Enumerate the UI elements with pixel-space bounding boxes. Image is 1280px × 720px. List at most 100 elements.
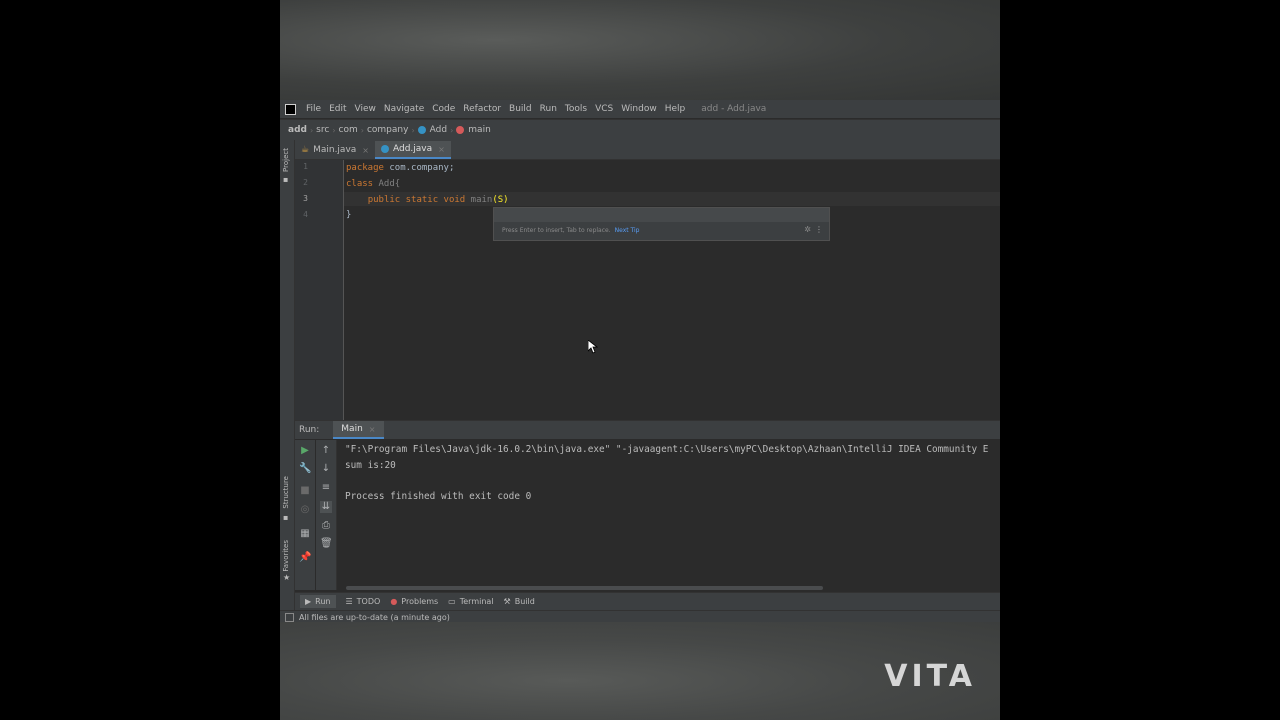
terminal-icon: ▭ [448, 597, 456, 606]
camera-icon[interactable]: ◎ [299, 504, 311, 516]
menu-run[interactable]: Run [536, 104, 561, 114]
list-icon: ☰ [345, 597, 353, 606]
console-line: sum is:20 [345, 459, 396, 471]
menu-refactor[interactable]: Refactor [459, 104, 505, 114]
hammer-icon: ⚒ [503, 597, 511, 606]
console-output[interactable]: "F:\Program Files\Java\jdk-16.0.2\bin\ja… [345, 442, 988, 505]
code-text: } [346, 210, 352, 220]
menu-navigate[interactable]: Navigate [380, 104, 428, 114]
tool-window-problems[interactable]: ● Problems [390, 597, 438, 606]
close-icon[interactable]: × [362, 146, 369, 155]
completion-hint: Press Enter to insert, Tab to replace. Ne… [502, 227, 639, 234]
code-editor[interactable]: 1 2 3 4 package com.company; class Add{ … [295, 160, 1000, 420]
more-options-icon[interactable]: ⋮ [815, 225, 823, 234]
breadcrumb-com[interactable]: com [336, 125, 361, 135]
editor-tab-bar: ☕ Main.java × Add.java × [295, 140, 1000, 160]
layout-icon[interactable]: ▦ [299, 528, 311, 540]
menu-tools[interactable]: Tools [561, 104, 591, 114]
breadcrumb-project[interactable]: add [285, 125, 310, 135]
close-icon[interactable]: × [438, 145, 445, 154]
menu-build[interactable]: Build [505, 104, 536, 114]
code-text: Add{ [373, 179, 401, 189]
play-icon: ▶ [305, 597, 312, 606]
horizontal-scrollbar[interactable] [346, 586, 823, 590]
project-tool-button[interactable]: Project [282, 148, 290, 172]
menu-code[interactable]: Code [428, 104, 459, 114]
tool-window-label: Build [514, 597, 535, 606]
scroll-to-end-icon[interactable]: ⇊ [320, 501, 332, 513]
structure-icon: ▪ [283, 513, 289, 522]
method-name: main [465, 195, 493, 205]
java-file-icon: ☕ [301, 145, 310, 155]
run-panel-header: Run: Main × [295, 421, 1000, 439]
code-line-1: package com.company; [346, 161, 454, 175]
run-panel: Run: Main × ▶ 🔧 ■ ◎ ▦ 📌 ↑ ↓ ≡ ⇊ ⎙ 🗑 "F:\… [295, 420, 1000, 591]
class-icon [380, 145, 389, 153]
window-title: add - Add.java [701, 104, 767, 114]
completion-list[interactable] [494, 208, 829, 222]
tool-window-label: TODO [356, 597, 381, 606]
menu-file[interactable]: File [302, 104, 325, 114]
intellij-logo-icon [285, 103, 296, 115]
arrow-down-icon[interactable]: ↓ [320, 463, 332, 475]
wrench-icon[interactable]: 🔧 [299, 463, 311, 475]
print-icon[interactable]: ⎙ [320, 520, 332, 532]
code-text: com.company; [383, 163, 455, 173]
tab-add-java[interactable]: Add.java × [374, 141, 451, 159]
run-toolbar: ▶ 🔧 ■ ◎ ▦ 📌 [295, 440, 315, 590]
completion-popup[interactable]: Press Enter to insert, Tab to replace. Ne… [493, 207, 830, 241]
favorites-tool-button[interactable]: Favorites [282, 540, 290, 572]
keyword: class [346, 179, 374, 189]
line-number: 2 [303, 178, 308, 187]
stop-icon[interactable]: ■ [299, 485, 311, 497]
tab-run-main[interactable]: Main × [333, 421, 384, 439]
menu-edit[interactable]: Edit [325, 104, 350, 114]
hint-text: Press Enter to insert, Tab to replace. [502, 227, 611, 234]
loading-spinner-icon: ✲ [804, 225, 811, 234]
next-tip-link[interactable]: Next Tip [615, 227, 640, 234]
run-tab-label: Main [341, 424, 363, 434]
tool-window-run[interactable]: ▶ Run [300, 595, 336, 608]
status-text: All files are up-to-date (a minute ago) [299, 612, 450, 622]
code-line-2: class Add{ [346, 177, 400, 191]
line-number: 3 [303, 194, 308, 203]
tool-window-build[interactable]: ⚒ Build [504, 597, 535, 606]
breadcrumb-company[interactable]: company [364, 125, 411, 135]
tool-windows-bar: ▶ Run ☰ TODO ● Problems ▭ Terminal ⚒ Build [295, 592, 1000, 610]
pin-icon[interactable]: 📌 [299, 552, 311, 564]
blurred-background-top [280, 0, 1000, 100]
tab-label: Main.java [313, 145, 357, 155]
menu-view[interactable]: View [351, 104, 380, 114]
structure-tool-button[interactable]: Structure [282, 476, 290, 509]
breadcrumb-class[interactable]: Add [415, 125, 450, 135]
breadcrumb-method[interactable]: main [453, 125, 494, 135]
trash-icon[interactable]: 🗑 [320, 538, 333, 550]
console-line: "F:\Program Files\Java\jdk-16.0.2\bin\ja… [345, 444, 989, 455]
arrow-up-icon[interactable]: ↑ [320, 445, 332, 457]
menu-vcs[interactable]: VCS [591, 104, 617, 114]
console-toolbar: ↑ ↓ ≡ ⇊ ⎙ 🗑 [316, 440, 337, 590]
line-number: 4 [303, 210, 308, 219]
paren-text: (S) [492, 195, 509, 205]
code-line-3: public static void main(S) [346, 193, 509, 207]
star-icon: ★ [283, 573, 291, 582]
close-icon[interactable]: × [369, 425, 376, 434]
folder-icon[interactable]: ▪ [283, 176, 291, 184]
line-number: 1 [303, 162, 308, 171]
status-toggle-icon[interactable] [285, 612, 294, 622]
breadcrumb-src[interactable]: src [313, 125, 332, 135]
tool-window-label: Run [315, 597, 331, 606]
soft-wrap-icon[interactable]: ≡ [320, 482, 332, 494]
tool-window-label: Terminal [459, 597, 494, 606]
menu-window[interactable]: Window [617, 104, 661, 114]
ide-window: File Edit View Navigate Code Refactor Bu… [280, 100, 1000, 623]
tool-window-label: Problems [401, 597, 439, 606]
rerun-icon[interactable]: ▶ [299, 445, 311, 457]
breadcrumb-method-label: main [468, 125, 491, 135]
menu-help[interactable]: Help [661, 104, 690, 114]
tool-window-todo[interactable]: ☰ TODO [346, 597, 381, 606]
tool-window-terminal[interactable]: ▭ Terminal [448, 597, 493, 606]
tab-main-java[interactable]: ☕ Main.java × [295, 141, 375, 159]
